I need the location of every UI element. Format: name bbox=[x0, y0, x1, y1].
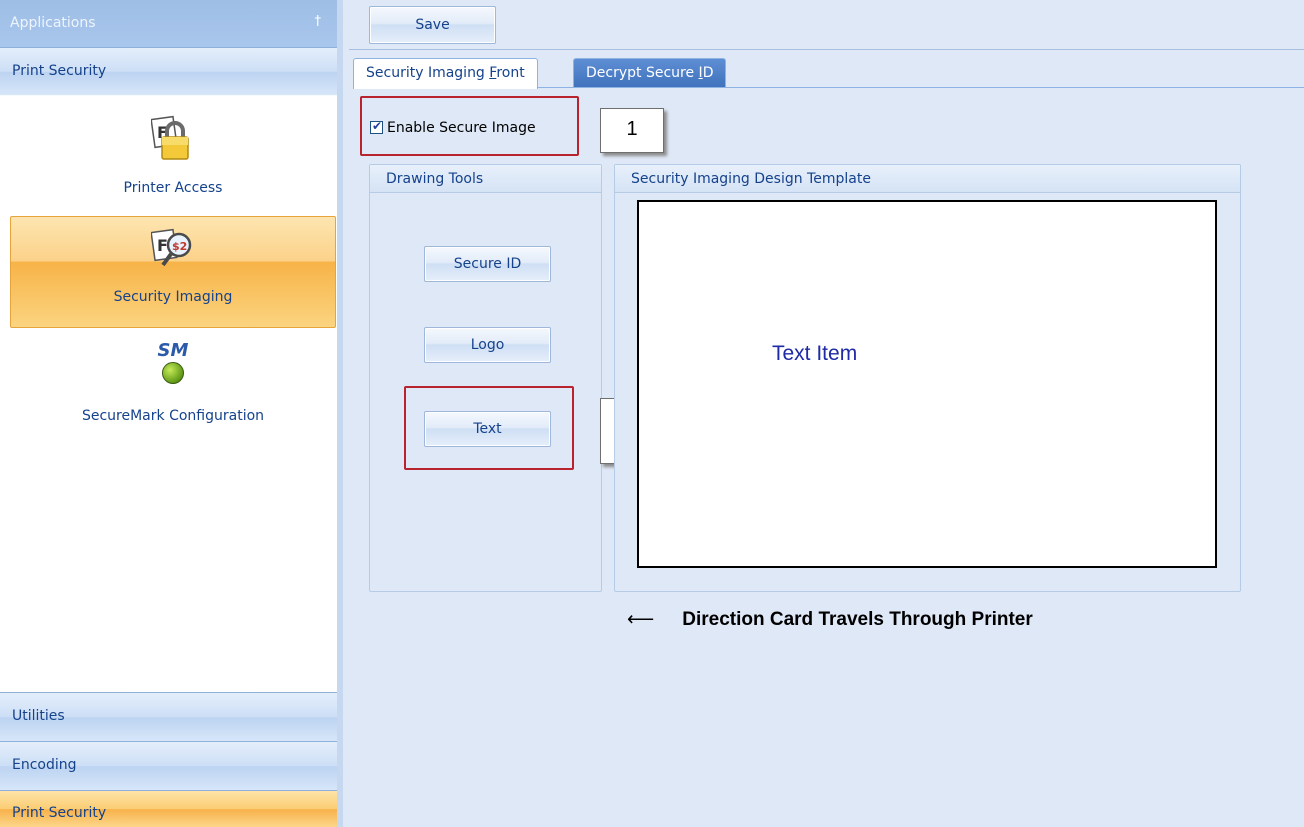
tab-label-part: Decrypt Secure bbox=[586, 65, 699, 81]
text-item[interactable]: Text Item bbox=[772, 342, 857, 366]
active-group-label: Print Security bbox=[12, 63, 107, 79]
drawing-tools-panel: Drawing Tools Secure ID Logo Text bbox=[369, 164, 602, 592]
secure-image-magnifier-icon: F $2 bbox=[151, 228, 192, 267]
nav-item-securemark-configuration[interactable]: SM SecureMark Configuration bbox=[10, 340, 336, 452]
toolbar: Save bbox=[349, 0, 1304, 50]
group-encoding[interactable]: Encoding bbox=[0, 741, 337, 790]
tab-label-part: Security Imaging bbox=[366, 65, 490, 81]
svg-text:F: F bbox=[157, 236, 168, 255]
navigation-pane: Applications † Print Security F Printer … bbox=[0, 0, 343, 827]
direction-label: Direction Card Travels Through Printer bbox=[682, 609, 1033, 630]
secure-id-button[interactable]: Secure ID bbox=[424, 246, 551, 282]
callout-number-1: 1 bbox=[600, 108, 664, 153]
tab-decrypt-secure-id[interactable]: Decrypt Secure ID bbox=[573, 58, 727, 88]
callout-highlight-1 bbox=[360, 96, 579, 156]
padlock-card-icon: F bbox=[151, 115, 189, 160]
drawing-tools-title: Drawing Tools bbox=[370, 165, 601, 193]
svg-text:$2: $2 bbox=[172, 240, 187, 253]
sm-logo: SM bbox=[157, 340, 189, 361]
nav-item-label: SecureMark Configuration bbox=[81, 408, 265, 424]
nav-item-security-imaging[interactable]: F $2 Security Imaging bbox=[10, 216, 336, 328]
group-label: Encoding bbox=[12, 757, 77, 773]
nav-header: Applications † bbox=[0, 0, 337, 47]
tab-label-part: D bbox=[702, 65, 714, 81]
nav-item-printer-access[interactable]: F Printer Access bbox=[10, 100, 336, 212]
design-canvas[interactable]: Text Item bbox=[637, 200, 1217, 568]
group-label: Utilities bbox=[12, 708, 65, 724]
pin-icon[interactable]: † bbox=[315, 14, 322, 29]
tab-label-part: ront bbox=[496, 65, 525, 81]
active-group-header[interactable]: Print Security bbox=[0, 47, 337, 95]
direction-caption: ⟵ Direction Card Travels Through Printer bbox=[627, 608, 1033, 631]
nav-item-label: Security Imaging bbox=[113, 289, 233, 305]
nav-header-title: Applications bbox=[10, 15, 96, 31]
left-arrow-icon: ⟵ bbox=[627, 609, 655, 630]
app-window: Applications † Print Security F Printer … bbox=[0, 0, 1304, 827]
green-ball-icon bbox=[162, 362, 184, 384]
design-template-title: Security Imaging Design Template bbox=[615, 165, 1240, 193]
group-print-security[interactable]: Print Security bbox=[0, 790, 337, 827]
nav-item-label: Printer Access bbox=[123, 180, 223, 196]
save-button[interactable]: Save bbox=[369, 6, 496, 44]
group-utilities[interactable]: Utilities bbox=[0, 692, 337, 741]
tab-strip: Security Imaging Front Decrypt Secure ID bbox=[349, 52, 1304, 89]
logo-button[interactable]: Logo bbox=[424, 327, 551, 363]
group-label: Print Security bbox=[12, 805, 107, 821]
callout-highlight-2 bbox=[404, 386, 574, 470]
tab-security-imaging-front[interactable]: Security Imaging Front bbox=[353, 58, 538, 89]
nav-items-panel: F Printer Access F $2 Security Imaging S… bbox=[0, 96, 337, 692]
